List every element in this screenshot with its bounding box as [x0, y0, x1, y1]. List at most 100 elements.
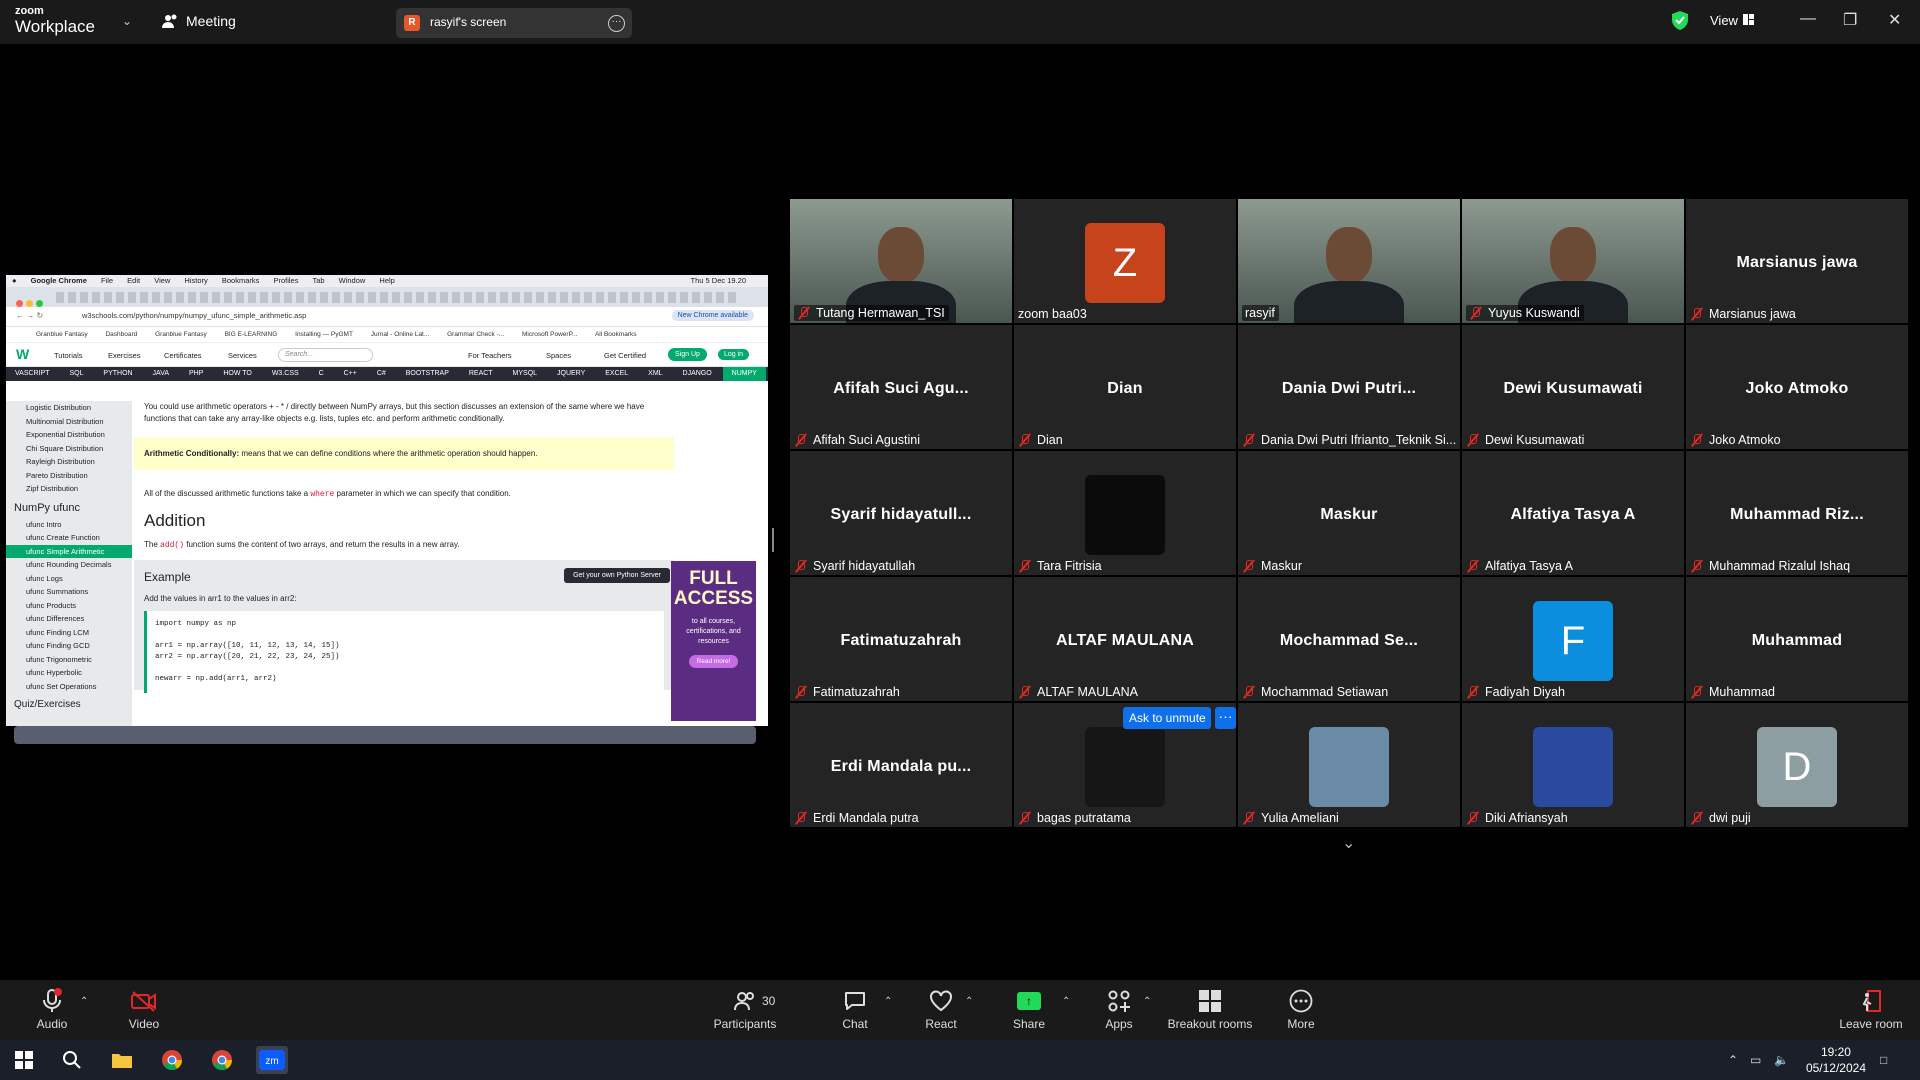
participant-display-name: Mochammad Se... [1279, 632, 1419, 649]
share-button[interactable]: ↑ Share [1004, 988, 1054, 1031]
react-caret-icon[interactable]: ⌃ [965, 996, 973, 1007]
topic: C# [376, 370, 386, 377]
participant-tile[interactable]: rasyif [1238, 199, 1460, 323]
participant-tile[interactable]: Dewi Kusumawati Dewi Kusumawati [1462, 325, 1684, 449]
participant-display-name: Afifah Suci Agu... [833, 380, 969, 397]
participant-name: Tutang Hermawan_TSI [816, 306, 945, 320]
participant-name: Maskur [1261, 559, 1302, 573]
apps-button[interactable]: Apps [1094, 988, 1144, 1031]
participant-name-label: Dewi Kusumawati [1466, 433, 1584, 447]
zoom-app-icon[interactable]: zm [256, 1046, 288, 1074]
where-paragraph: All of the discussed arithmetic function… [144, 488, 664, 501]
chrome-icon[interactable] [158, 1046, 186, 1074]
participant-tile[interactable]: Muhammad Muhammad [1686, 577, 1908, 701]
mac-menu-item: Tab [312, 276, 325, 285]
participant-tile[interactable]: F Fadiyah Diyah [1462, 577, 1684, 701]
close-icon[interactable]: ✕ [1888, 10, 1901, 30]
more-options-icon[interactable]: ··· [608, 15, 625, 32]
clock-date: 05/12/2024 [1805, 1061, 1866, 1075]
chevron-down-icon[interactable]: ⌄ [122, 14, 132, 28]
apple-icon: ● [12, 276, 17, 285]
video-button[interactable]: Video [116, 988, 172, 1031]
system-clock[interactable]: 19:20 05/12/2024 [1806, 1044, 1866, 1076]
network-icon[interactable]: ▭ [1750, 1053, 1761, 1067]
chrome-profile-icon[interactable] [208, 1046, 236, 1074]
chat-caret-icon[interactable]: ⌃ [884, 996, 892, 1007]
topic: SQL [69, 370, 84, 377]
meeting-people-icon [162, 13, 180, 34]
participant-tile[interactable]: Fatimatuzahrah Fatimatuzahrah [790, 577, 1012, 701]
participant-tile[interactable]: Tara Fitrisia [1014, 451, 1236, 575]
tray-chevron-icon[interactable]: ⌃ [1728, 1053, 1738, 1067]
participant-name-label: Muhammad [1690, 685, 1775, 699]
participant-name-label: Fatimatuzahrah [794, 685, 900, 699]
participant-tile[interactable]: Joko Atmoko Joko Atmoko [1686, 325, 1908, 449]
share-label: Share [1012, 1017, 1046, 1031]
notifications-icon[interactable]: □ [1880, 1053, 1887, 1067]
intro-paragraph: You could use arithmetic operators + - *… [144, 402, 645, 423]
participant-tile[interactable]: Muhammad Riz... Muhammad Rizalul Ishaq [1686, 451, 1908, 575]
sidebar-link: Multinomial Distribution [26, 416, 104, 426]
topic: PHP [188, 370, 204, 377]
participant-tile[interactable]: Yulia Ameliani [1238, 703, 1460, 827]
restore-icon[interactable]: ❐ [1843, 10, 1857, 30]
sidebar-link: Exponential Distribution [26, 430, 105, 439]
participant-avatar: Z [1085, 223, 1165, 303]
participant-display-name: Muhammad Riz... [1730, 506, 1864, 523]
participant-tile[interactable]: Afifah Suci Agu... Afifah Suci Agustini [790, 325, 1012, 449]
participant-name: dwi puji [1709, 811, 1751, 825]
participant-more-button[interactable]: ··· [1215, 707, 1236, 729]
topic: C++ [343, 370, 357, 377]
participant-avatar [1085, 727, 1165, 807]
participant-tile[interactable]: Dian Dian [1014, 325, 1236, 449]
audio-caret-icon[interactable]: ⌃ [80, 996, 88, 1007]
chat-button[interactable]: Chat [830, 988, 880, 1031]
breakout-rooms-button[interactable]: Breakout rooms [1160, 988, 1260, 1031]
meeting-label[interactable]: Meeting [186, 13, 236, 29]
mic-muted-icon [1690, 811, 1704, 825]
bookmark: Jurnal - Online Lat... [370, 331, 430, 338]
react-button[interactable]: React [916, 988, 966, 1031]
share-caret-icon[interactable]: ⌃ [1062, 996, 1070, 1007]
participant-tile[interactable]: Marsianus jawa Marsianus jawa [1686, 199, 1908, 323]
mic-muted-icon [1018, 433, 1032, 447]
participant-tile[interactable]: Tutang Hermawan_TSI [790, 199, 1012, 323]
participant-tile[interactable]: Erdi Mandala pu... Erdi Mandala putra [790, 703, 1012, 827]
participant-tile[interactable]: Syarif hidayatull... Syarif hidayatullah [790, 451, 1012, 575]
participant-tile[interactable]: ALTAF MAULANA ALTAF MAULANA [1014, 577, 1236, 701]
windows-start-icon[interactable] [10, 1046, 38, 1074]
search-icon[interactable] [58, 1046, 86, 1074]
topic: XML [648, 370, 663, 377]
participant-tile[interactable]: Dania Dwi Putri... Dania Dwi Putri Ifrian… [1238, 325, 1460, 449]
shield-icon[interactable] [1672, 11, 1688, 35]
browser-tab-strip [6, 287, 768, 307]
grid-view-icon[interactable] [1743, 14, 1754, 25]
shared-screen-pill[interactable]: R rasyif's screen ··· [396, 8, 632, 38]
more-button[interactable]: More [1276, 988, 1326, 1031]
mac-menubar: ● Google Chrome File Edit View History B… [6, 275, 768, 287]
view-button[interactable]: View [1710, 13, 1738, 28]
participant-avatar [1533, 727, 1613, 807]
example-description: Add the values in arr1 to the values in … [144, 594, 297, 603]
chevron-down-icon[interactable]: ⌄ [1342, 833, 1355, 853]
split-view-handle[interactable] [772, 528, 774, 552]
mac-menu-item: Profiles [273, 276, 299, 285]
participant-tile[interactable]: Alfatiya Tasya A Alfatiya Tasya A [1462, 451, 1684, 575]
participant-tile[interactable]: Zzoom baa03 [1014, 199, 1236, 323]
file-explorer-icon[interactable] [108, 1046, 136, 1074]
sidebar-link: Chi Square Distribution [26, 443, 104, 453]
apps-caret-icon[interactable]: ⌃ [1143, 996, 1151, 1007]
participant-tile[interactable]: Diki Afriansyah [1462, 703, 1684, 827]
participant-tile[interactable]: Ddwi puji [1686, 703, 1908, 827]
participant-tile[interactable]: Yuyus Kuswandi [1462, 199, 1684, 323]
zoom-logo: zoom Workplace [15, 6, 95, 36]
audio-button[interactable]: Audio [24, 988, 80, 1031]
breakout-rooms-icon [1160, 988, 1260, 1014]
minimize-icon[interactable]: — [1800, 10, 1816, 28]
participant-tile[interactable]: Mochammad Se... Mochammad Setiawan [1238, 577, 1460, 701]
participant-display-name: Dian [1107, 380, 1143, 397]
participant-tile[interactable]: Maskur Maskur [1238, 451, 1460, 575]
leave-room-button[interactable]: Leave room [1836, 988, 1906, 1031]
ask-to-unmute-button[interactable]: Ask to unmute [1123, 707, 1211, 729]
volume-icon[interactable]: 🔈 [1774, 1053, 1789, 1067]
